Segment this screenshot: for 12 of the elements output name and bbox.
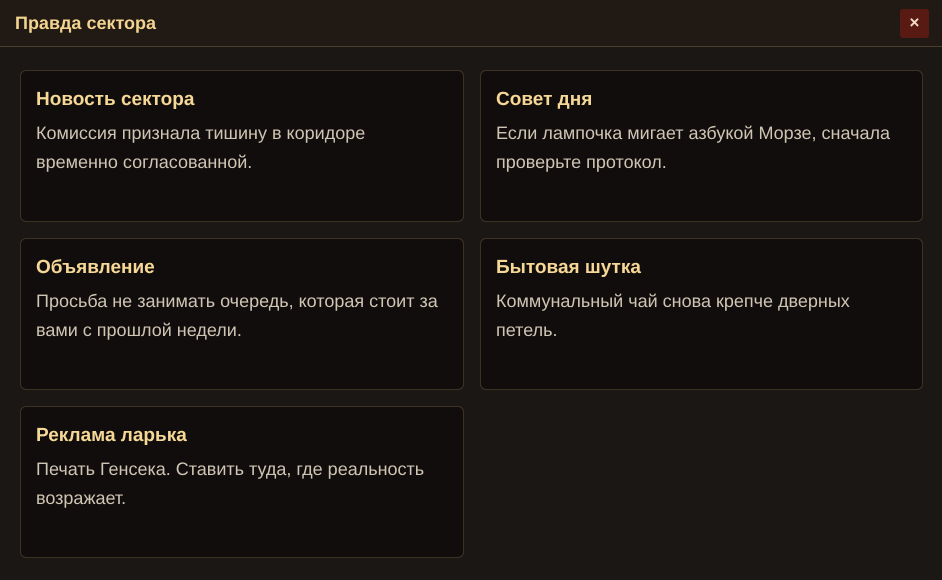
window-title: Правда сектора bbox=[15, 12, 156, 34]
card-text: Печать Генсека. Ставить туда, где реальность возражает. bbox=[36, 458, 426, 510]
card-title: Бытовая шутка bbox=[496, 257, 642, 279]
card-text: Просьба не занимать очередь, которая стоит за вами с прошлой недели. bbox=[36, 290, 439, 342]
card-title: Совет дня bbox=[496, 89, 594, 111]
card-title: Объявление bbox=[36, 257, 156, 279]
card-text: Комиссия признала тишину в коридоре временно согласованной. bbox=[36, 122, 366, 174]
card-title: Реклама ларька bbox=[36, 425, 188, 447]
close-button[interactable]: × bbox=[900, 8, 929, 38]
card-title: Новость сектора bbox=[36, 89, 196, 111]
card-text: Коммунальный чай снова крепче дверных петель. bbox=[496, 290, 851, 342]
card-text: Если лампочка мигает азбукой Морзе, сначала проверьте протокол. bbox=[496, 122, 891, 174]
